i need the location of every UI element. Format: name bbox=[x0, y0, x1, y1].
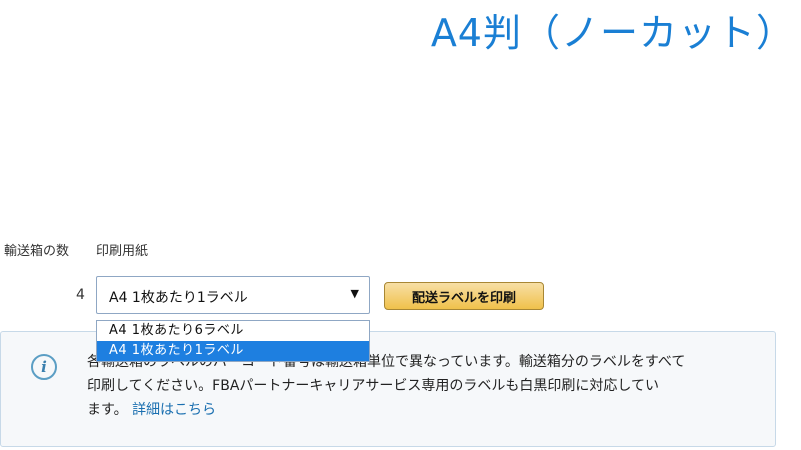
paper-option-1-label[interactable]: A4 1枚あたり1ラベル bbox=[97, 341, 369, 361]
info-text-line-3: ます。 詳細はこちら bbox=[87, 398, 759, 422]
print-labels-button[interactable]: 配送ラベルを印刷 bbox=[384, 282, 544, 310]
boxes-column-header: 輸送箱の数 bbox=[4, 244, 70, 259]
banner-title: A4判（ノーカット） bbox=[430, 11, 795, 55]
dropdown-triangle-icon: ▼ bbox=[350, 287, 359, 300]
box-count: 4 bbox=[76, 287, 85, 303]
paper-select-value: A4 1枚あたり1ラベル bbox=[109, 290, 248, 306]
details-link[interactable]: 詳細はこちら bbox=[132, 402, 216, 418]
paper-select[interactable]: A4 1枚あたり1ラベル ▼ bbox=[96, 276, 370, 314]
info-text-line-2: 印刷してください。FBAパートナーキャリアサービス専用のラベルも白黒印刷に対応し… bbox=[87, 378, 659, 394]
paper-column-header: 印刷用紙 bbox=[96, 244, 149, 259]
paper-option-6-labels[interactable]: A4 1枚あたり6ラベル bbox=[97, 321, 369, 341]
info-text-line-3-text: ます。 bbox=[87, 402, 128, 418]
paper-dropdown-list: A4 1枚あたり6ラベル A4 1枚あたり1ラベル bbox=[96, 320, 370, 362]
info-icon: i bbox=[31, 354, 57, 380]
